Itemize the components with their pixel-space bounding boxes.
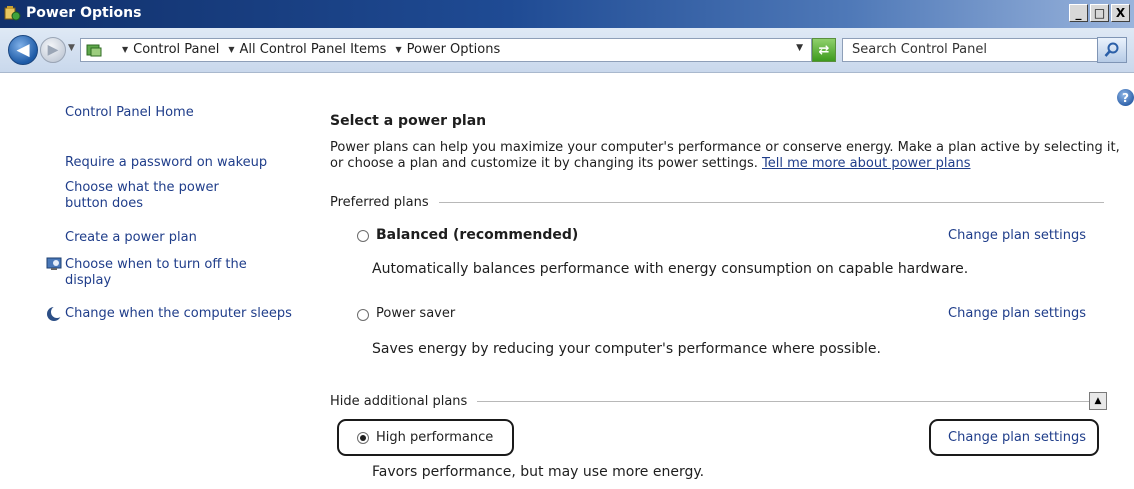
chevron-up-icon: ▲ (1094, 396, 1102, 406)
plan-description-high-performance: Favors performance, but may use more ene… (372, 464, 705, 480)
forward-button[interactable]: ▶ (40, 37, 66, 63)
radio-power-saver[interactable] (357, 309, 369, 321)
help-icon[interactable]: ? (1117, 89, 1134, 106)
refresh-icon: ⇄ (818, 42, 830, 58)
power-options-icon (4, 6, 21, 21)
breadcrumb[interactable]: ▼ Control Panel ▼ All Control Panel Item… (80, 38, 812, 62)
breadcrumb-items: ▼ Control Panel ▼ All Control Panel Item… (113, 42, 500, 57)
preferred-plans-header: Preferred plans (330, 195, 1104, 210)
learn-more-link[interactable]: Tell me more about power plans (762, 156, 970, 171)
breadcrumb-separator-icon[interactable]: ▼ (122, 45, 128, 54)
sidebar-item-require-password[interactable]: Require a password on wakeup (65, 155, 267, 171)
control-panel-icon (86, 44, 102, 57)
title-bar: Power Options _ □ X (0, 0, 1134, 28)
breadcrumb-separator-icon[interactable]: ▼ (395, 45, 401, 54)
refresh-button[interactable]: ⇄ (812, 38, 836, 62)
preferred-plans-label: Preferred plans (330, 195, 429, 210)
breadcrumb-item-power-options[interactable]: Power Options (407, 42, 501, 57)
change-plan-settings-balanced[interactable]: Change plan settings (948, 228, 1086, 243)
page-title: Select a power plan (330, 113, 487, 129)
breadcrumb-separator-icon[interactable]: ▼ (228, 45, 234, 54)
plan-name-power-saver[interactable]: Power saver (376, 306, 455, 321)
back-button[interactable]: ◀ (8, 35, 38, 65)
description-text: Power plans can help you maximize your c… (330, 140, 1120, 171)
additional-plans-header: Hide additional plans (330, 394, 1093, 409)
sidebar-item-power-button[interactable]: Choose what the power button does (65, 180, 265, 212)
minimize-button[interactable]: _ (1069, 4, 1088, 22)
forward-arrow-icon: ▶ (47, 42, 59, 58)
sidebar-item-control-panel-home[interactable]: Control Panel Home (65, 105, 194, 121)
group-divider (438, 202, 1104, 203)
plan-name-balanced[interactable]: Balanced (recommended) (376, 227, 578, 243)
left-pane: Control Panel Home Require a password on… (0, 73, 310, 489)
radio-balanced[interactable] (357, 230, 369, 242)
group-divider (477, 401, 1093, 402)
address-history-dropdown-icon[interactable]: ▼ (796, 43, 803, 53)
sidebar-item-create-plan[interactable]: Create a power plan (65, 230, 197, 246)
address-bar: ◀ ▶ ▼ ▼ Control Panel ▼ All Control Pane… (0, 28, 1134, 73)
sidebar-item-computer-sleeps[interactable]: Change when the computer sleeps (65, 306, 292, 322)
recent-pages-dropdown[interactable]: ▼ (68, 43, 78, 55)
display-icon (46, 257, 62, 270)
breadcrumb-item-control-panel[interactable]: Control Panel (133, 42, 219, 57)
window-controls: _ □ X (1069, 4, 1130, 22)
breadcrumb-item-all-items[interactable]: All Control Panel Items (240, 42, 387, 57)
window-title: Power Options (26, 5, 142, 21)
plan-description-power-saver: Saves energy by reducing your computer's… (372, 341, 881, 357)
highlight-box-change-settings (929, 419, 1099, 456)
close-button[interactable]: X (1111, 4, 1130, 22)
power-options-window: Power Options _ □ X ◀ ▶ ▼ ▼ Control Pane… (0, 0, 1134, 489)
main-content: ? Select a power plan Power plans can he… (310, 73, 1134, 489)
highlight-box-high-performance (337, 419, 514, 456)
page-description: Power plans can help you maximize your c… (330, 140, 1120, 172)
search-icon (1104, 42, 1119, 57)
search-button[interactable] (1097, 37, 1127, 63)
additional-plans-label: Hide additional plans (330, 394, 468, 409)
search-input[interactable]: Search Control Panel (842, 38, 1112, 62)
back-arrow-icon: ◀ (16, 40, 30, 60)
plan-description-balanced: Automatically balances performance with … (372, 261, 969, 277)
collapse-additional-plans-button[interactable]: ▲ (1089, 392, 1107, 410)
sleep-moon-icon (47, 306, 62, 321)
sidebar-item-display-off[interactable]: Choose when to turn off the display (65, 257, 265, 289)
maximize-button[interactable]: □ (1090, 4, 1109, 22)
change-plan-settings-power-saver[interactable]: Change plan settings (948, 306, 1086, 321)
